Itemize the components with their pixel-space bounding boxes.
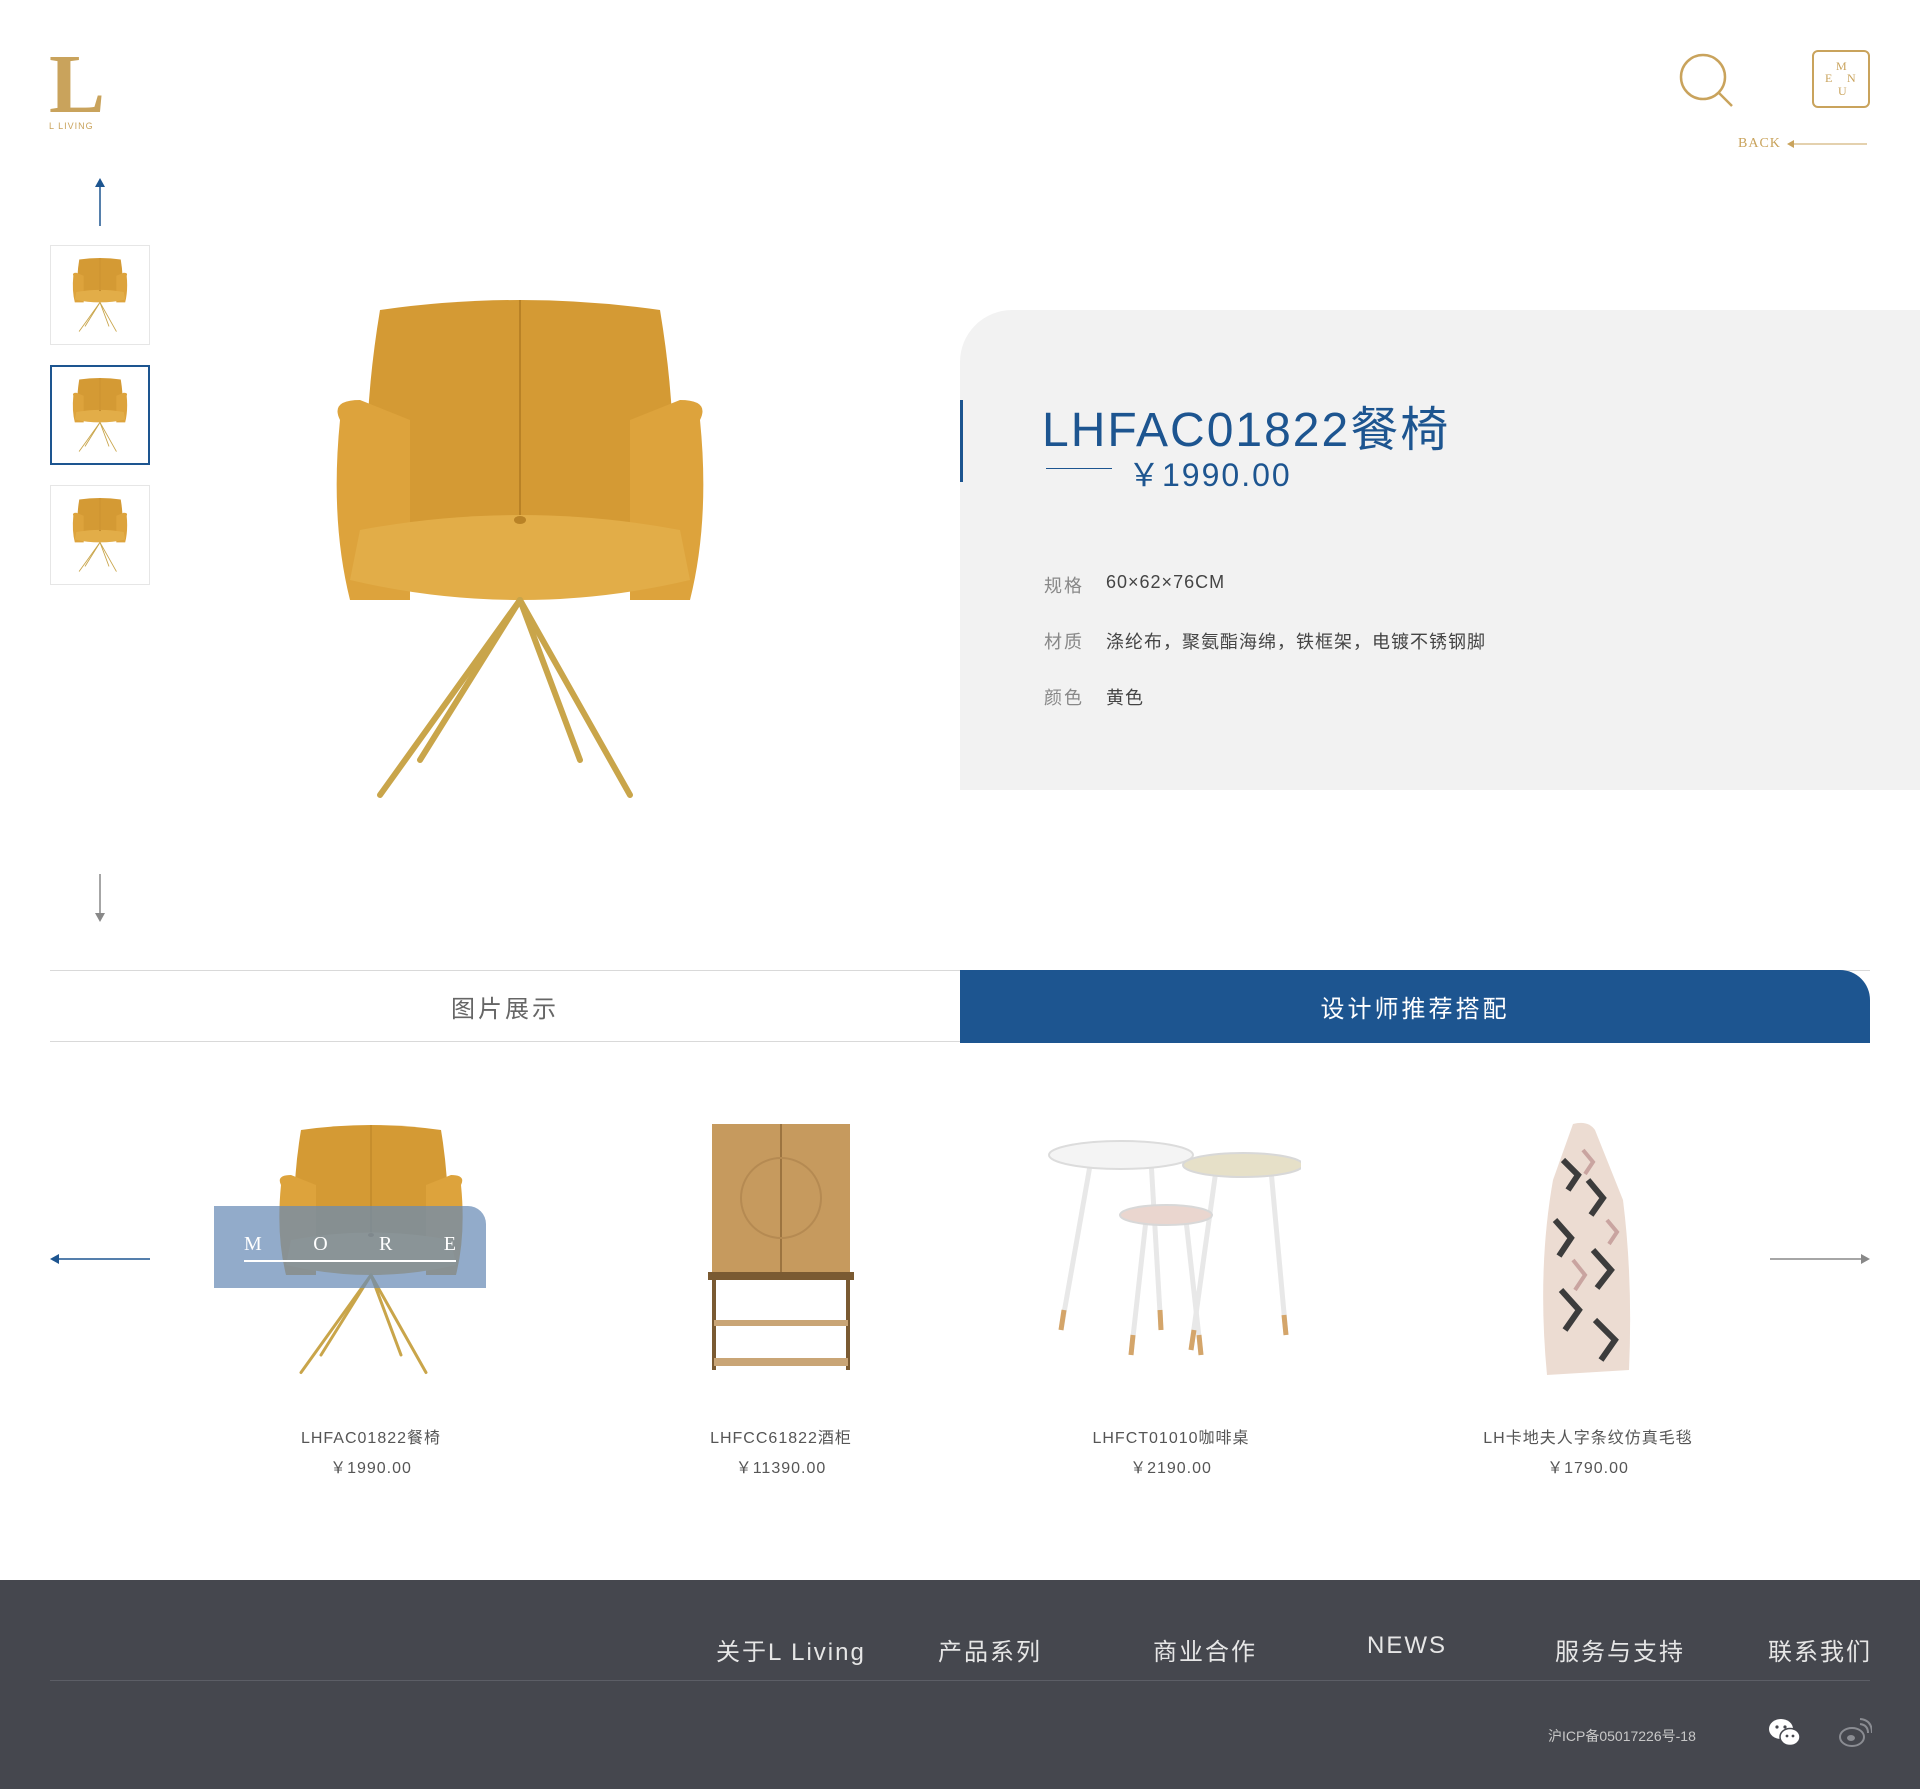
brand-logo[interactable]: L L LIVING — [49, 38, 109, 133]
spec-row-material: 材质 涤纶布，聚氨酯海绵，铁框架，电镀不锈钢脚 — [1044, 628, 1486, 654]
recommendation-image — [1021, 1110, 1321, 1390]
recommendation-name: LHFAC01822餐椅 — [300, 1430, 442, 1447]
more-letter: E — [443, 1232, 456, 1255]
thumb-prev-arrow-icon[interactable] — [90, 178, 110, 226]
more-underline — [244, 1259, 456, 1262]
footer-nav-products[interactable]: 产品系列 — [938, 1632, 1042, 1667]
wechat-icon[interactable] — [1768, 1716, 1802, 1750]
footer-nav-news[interactable]: NEWS — [1367, 1632, 1447, 1660]
arrow-left-icon — [1786, 140, 1867, 148]
footer-nav-contact[interactable]: 联系我们 — [1768, 1632, 1872, 1667]
recommendation-price: ￥11390.00 — [735, 1460, 827, 1477]
product-price: ￥1990.00 — [1128, 457, 1292, 493]
spec-label: 颜色 — [1044, 688, 1084, 708]
carousel-next-arrow-icon[interactable] — [1770, 1252, 1870, 1266]
more-letter: R — [379, 1232, 393, 1255]
recommendation-image — [631, 1110, 931, 1390]
back-link[interactable]: BACK — [1738, 136, 1867, 152]
recommendation-name: LHFCT01010咖啡桌 — [1092, 1430, 1250, 1447]
recommendation-card[interactable]: LH卡地夫人字条纹仿真毛毯 ￥1790.00 — [1438, 1110, 1738, 1478]
menu-letter-u: U — [1838, 84, 1847, 98]
footer-nav-service[interactable]: 服务与支持 — [1555, 1632, 1685, 1667]
back-label: BACK — [1738, 136, 1781, 151]
thumbnail-3[interactable] — [50, 485, 150, 585]
main-product-image — [330, 280, 710, 820]
more-letter: M — [244, 1232, 262, 1255]
coffee-table-image — [1048, 1140, 1301, 1356]
wine-cabinet-image — [708, 1124, 854, 1370]
footer-nav-about[interactable]: 关于L Living — [716, 1632, 866, 1667]
recommendation-card[interactable]: M O R E LHFAC01822餐椅 ￥1990.00 — [214, 1110, 521, 1478]
recommendation-price: ￥2190.00 — [1130, 1460, 1212, 1477]
recommendation-price: ￥1990.00 — [330, 1460, 412, 1477]
menu-letter-n: N — [1847, 71, 1856, 85]
spec-value: 黄色 — [1106, 688, 1144, 708]
thumb-next-arrow-icon[interactable] — [90, 874, 110, 922]
tab-gallery[interactable]: 图片展示 — [50, 971, 960, 1042]
search-icon[interactable] — [1678, 52, 1736, 110]
logo-letter: L — [49, 38, 106, 131]
recommendation-image — [1438, 1110, 1738, 1390]
content-tabs: 图片展示 设计师推荐搭配 — [50, 970, 1870, 1043]
spec-value: 涤纶布，聚氨酯海绵，铁框架，电镀不锈钢脚 — [1106, 632, 1486, 652]
blanket-image — [1543, 1122, 1631, 1375]
menu-letter-m: M — [1836, 59, 1847, 73]
more-letter: O — [313, 1232, 328, 1255]
menu-button[interactable]: M E N U — [1812, 50, 1870, 108]
recommendation-card[interactable]: LHFCC61822酒柜 ￥11390.00 — [631, 1110, 931, 1478]
spec-row-color: 颜色 黄色 — [1044, 684, 1144, 710]
carousel-prev-arrow-icon[interactable] — [50, 1252, 150, 1266]
thumbnail-1[interactable] — [50, 245, 150, 345]
chair-thumbnail-image — [70, 495, 130, 575]
price-divider — [1046, 468, 1112, 469]
recommendation-name: LH卡地夫人字条纹仿真毛毯 — [1483, 1430, 1693, 1447]
footer-divider — [50, 1680, 1870, 1681]
footer-nav-business[interactable]: 商业合作 — [1153, 1632, 1257, 1667]
tab-designer-match[interactable]: 设计师推荐搭配 — [960, 970, 1870, 1043]
footer: 关于L Living 产品系列 商业合作 NEWS 服务与支持 联系我们 沪IC… — [0, 1580, 1920, 1789]
logo-subtitle: L LIVING — [49, 121, 94, 131]
spec-value: 60×62×76CM — [1106, 572, 1226, 592]
recommendation-image: M O R E — [214, 1110, 521, 1390]
spec-label: 规格 — [1044, 576, 1084, 596]
recommendation-card[interactable]: LHFCT01010咖啡桌 ￥2190.00 — [1021, 1110, 1321, 1478]
thumbnail-2[interactable] — [50, 365, 150, 465]
recommendation-price: ￥1790.00 — [1547, 1460, 1629, 1477]
menu-letter-e: E — [1825, 71, 1833, 85]
weibo-icon[interactable] — [1838, 1716, 1873, 1750]
chair-thumbnail-image — [70, 375, 130, 455]
spec-label: 材质 — [1044, 632, 1084, 652]
more-overlay-button[interactable]: M O R E — [214, 1206, 486, 1288]
recommendation-name: LHFCC61822酒柜 — [710, 1430, 852, 1447]
spec-row-size: 规格 60×62×76CM — [1044, 572, 1225, 598]
product-info-panel: LHFAC01822餐椅 ￥1990.00 规格 60×62×76CM 材质 涤… — [960, 310, 1920, 790]
icp-license: 沪ICP备05017226号-18 — [1548, 1728, 1696, 1744]
accent-bar — [960, 400, 963, 482]
chair-thumbnail-image — [70, 255, 130, 335]
